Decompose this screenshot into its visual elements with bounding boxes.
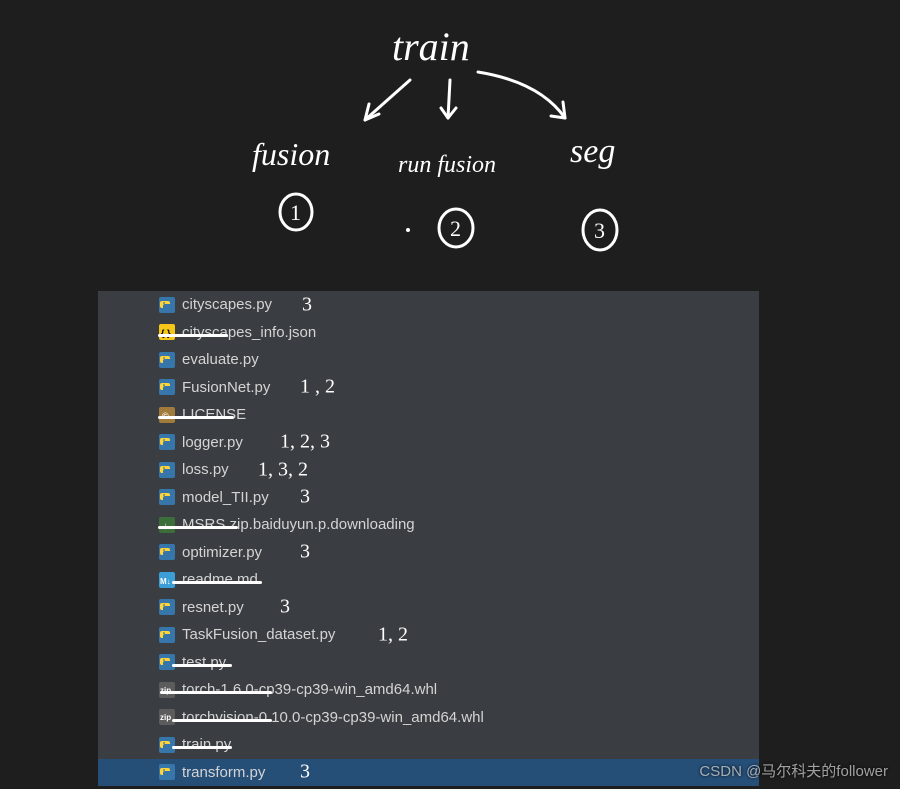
handwritten-annotation: 1 , 2 <box>300 376 335 399</box>
file-name: cityscapes.py <box>182 296 272 313</box>
file-name: cityscapes_info.json <box>182 324 316 341</box>
py-file-icon <box>158 433 176 451</box>
whl-file-icon <box>158 708 176 726</box>
file-row[interactable]: test.py <box>98 649 759 677</box>
handwritten-annotation: 3 <box>300 486 310 509</box>
file-row[interactable]: readme.md <box>98 566 759 594</box>
file-row[interactable]: TaskFusion_dataset.py 1, 2 <box>98 621 759 649</box>
lic-file-icon <box>158 406 176 424</box>
handwriting-sketch: train fusion run fusion seg 1 2 3 <box>0 0 900 290</box>
py-file-icon <box>158 653 176 671</box>
py-file-icon <box>158 378 176 396</box>
md-file-icon <box>158 571 176 589</box>
file-name: torch-1.6.0-cp39-cp39-win_amd64.whl <box>182 681 437 698</box>
file-row[interactable]: torchvision-0.10.0-cp39-cp39-win_amd64.w… <box>98 704 759 732</box>
handwritten-annotation: 1, 2, 3 <box>280 431 330 454</box>
file-name: MSRS.zip.baiduyun.p.downloading <box>182 516 415 533</box>
file-name: optimizer.py <box>182 544 262 561</box>
arrow <box>478 72 565 118</box>
arrow <box>365 80 410 120</box>
py-file-icon <box>158 296 176 314</box>
file-row[interactable]: evaluate.py <box>98 346 759 374</box>
file-row[interactable]: transform.py 3 <box>98 759 759 787</box>
file-name: train.py <box>182 736 231 753</box>
file-name: logger.py <box>182 434 243 451</box>
file-name: loss.py <box>182 461 229 478</box>
file-name: readme.md <box>182 571 258 588</box>
file-row[interactable]: torch-1.6.0-cp39-cp39-win_amd64.whl <box>98 676 759 704</box>
handwritten-annotation: 1, 2 <box>378 623 408 646</box>
handwritten-annotation: 3 <box>302 293 312 316</box>
handwritten-annotation: 1, 3, 2 <box>258 458 308 481</box>
file-name: FusionNet.py <box>182 379 270 396</box>
handwritten-annotation: 3 <box>280 596 290 619</box>
sketch-branch-3: seg <box>570 133 615 170</box>
file-name: LICENSE <box>182 406 246 423</box>
file-row[interactable]: optimizer.py 3 <box>98 539 759 567</box>
watermark: CSDN @马尔科夫的follower <box>699 760 888 781</box>
json-file-icon <box>158 323 176 341</box>
dl-file-icon <box>158 516 176 534</box>
file-name: model_TII.py <box>182 489 269 506</box>
py-file-icon <box>158 763 176 781</box>
sketch-branch-2: run fusion <box>398 152 496 178</box>
sketch-num-3: 3 <box>594 218 605 243</box>
file-row[interactable]: cityscapes_info.json <box>98 319 759 347</box>
handwritten-annotation: 3 <box>300 761 310 784</box>
file-row[interactable]: cityscapes.py 3 <box>98 291 759 319</box>
file-row[interactable]: loss.py 1, 3, 2 <box>98 456 759 484</box>
file-name: transform.py <box>182 764 265 781</box>
file-row[interactable]: train.py <box>98 731 759 759</box>
file-name: evaluate.py <box>182 351 259 368</box>
file-name: resnet.py <box>182 599 244 616</box>
file-name: test.py <box>182 654 226 671</box>
sketch-root: train <box>392 24 470 69</box>
py-file-icon <box>158 461 176 479</box>
py-file-icon <box>158 626 176 644</box>
py-file-icon <box>158 351 176 369</box>
file-name: torchvision-0.10.0-cp39-cp39-win_amd64.w… <box>182 709 484 726</box>
sketch-num-2: 2 <box>450 216 461 241</box>
file-explorer[interactable]: cityscapes.py 3 cityscapes_info.jsonevalua… <box>98 291 759 786</box>
sketch-branch-1: fusion <box>252 136 330 172</box>
whl-file-icon <box>158 681 176 699</box>
py-file-icon <box>158 543 176 561</box>
file-row[interactable]: FusionNet.py 1 , 2 <box>98 374 759 402</box>
arrow <box>448 80 450 118</box>
file-row[interactable]: model_TII.py 3 <box>98 484 759 512</box>
file-row[interactable]: MSRS.zip.baiduyun.p.downloading <box>98 511 759 539</box>
py-file-icon <box>158 598 176 616</box>
file-name: TaskFusion_dataset.py <box>182 626 335 643</box>
file-row[interactable]: LICENSE <box>98 401 759 429</box>
file-row[interactable]: resnet.py 3 <box>98 594 759 622</box>
file-row[interactable]: logger.py 1, 2, 3 <box>98 429 759 457</box>
py-file-icon <box>158 736 176 754</box>
py-file-icon <box>158 488 176 506</box>
sketch-num-1: 1 <box>290 200 301 225</box>
handwritten-annotation: 3 <box>300 541 310 564</box>
